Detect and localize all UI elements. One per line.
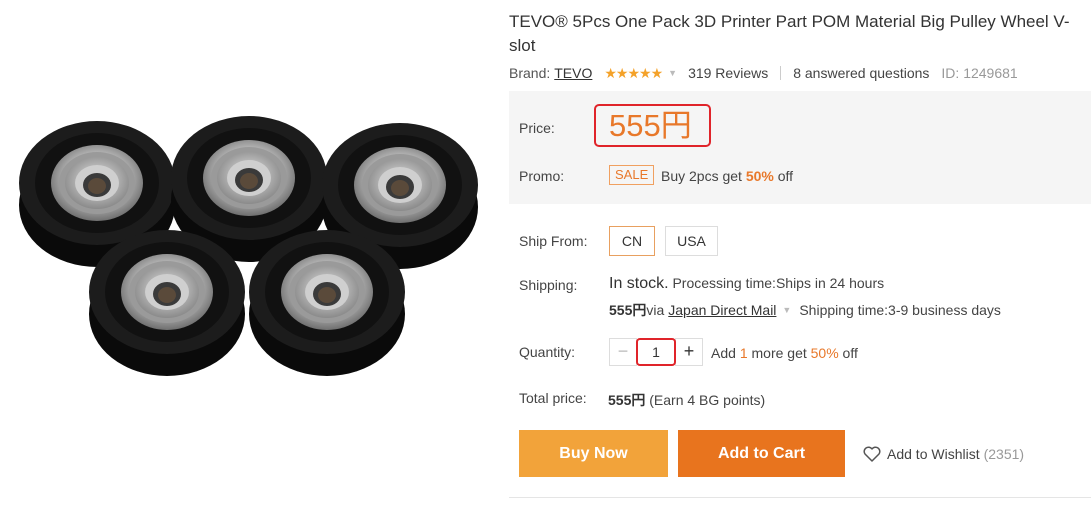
heart-icon: [863, 446, 881, 462]
quantity-input[interactable]: 1: [636, 338, 676, 366]
price-highlight: 555円: [594, 104, 711, 147]
product-info: TEVO® 5Pcs One Pack 3D Printer Part POM …: [509, 0, 1091, 506]
price-label: Price:: [519, 120, 555, 136]
answered-questions-link[interactable]: 8 answered questions: [793, 65, 929, 81]
chevron-down-icon[interactable]: ▼: [782, 305, 791, 315]
shipping-method-link[interactable]: Japan Direct Mail: [668, 302, 776, 318]
product-id: ID: 1249681: [941, 65, 1018, 81]
promo-pct: 50%: [745, 168, 774, 184]
total-price: 555円 (Earn 4 BG points): [608, 390, 765, 410]
shipping-label: Shipping:: [519, 277, 578, 293]
shipping-method-line: 555円 via Japan Direct Mail ▼ Shipping ti…: [609, 300, 1001, 320]
divider: [509, 497, 1091, 498]
rating-stars[interactable]: ★★★★★: [604, 65, 663, 82]
qty-promo-suffix: off: [838, 345, 858, 361]
promo-label: Promo:: [519, 168, 565, 184]
brand-label: Brand:: [509, 65, 551, 81]
pulley-wheels-image: [19, 116, 478, 376]
buy-now-button[interactable]: Buy Now: [519, 430, 668, 477]
wishlist-count: (2351): [983, 446, 1025, 462]
ship-from-label: Ship From:: [519, 233, 588, 249]
shipping-time: Shipping time:3-9 business days: [799, 302, 1001, 318]
bg-points: (Earn 4 BG points): [645, 392, 766, 408]
promo-text-suffix: off: [773, 168, 794, 184]
product-title: TEVO® 5Pcs One Pack 3D Printer Part POM …: [509, 12, 1070, 55]
price-amount: 555円: [609, 108, 692, 143]
sale-badge: SALE: [609, 165, 655, 185]
processing-time: Processing time:Ships in 24 hours: [668, 275, 885, 291]
reviews-link[interactable]: 319 Reviews: [688, 65, 768, 81]
ship-from-usa[interactable]: USA: [665, 226, 718, 256]
quantity-promo: Add 1 more get 50% off: [711, 345, 858, 361]
product-meta: Brand: TEVO ★★★★★ ▼ 319 Reviews 8 answer…: [509, 64, 1018, 82]
stock-status: In stock. Processing time:Ships in 24 ho…: [609, 275, 884, 293]
total-price-label: Total price:: [519, 390, 587, 406]
chevron-down-icon[interactable]: ▼: [668, 68, 677, 78]
qty-promo-prefix: Add: [711, 345, 740, 361]
in-stock-text: In stock.: [609, 275, 669, 292]
divider: [780, 66, 782, 80]
shipping-price: 555円: [609, 302, 647, 318]
add-to-wishlist-button[interactable]: Add to Wishlist (2351): [863, 446, 1024, 462]
quantity-stepper: − 1 +: [609, 338, 703, 368]
promo-text-prefix: Buy 2pcs get: [661, 168, 746, 184]
qty-promo-pct: 50%: [810, 345, 839, 361]
total-amount: 555円: [608, 392, 646, 408]
via-text: via: [646, 302, 665, 318]
promo-text: Buy 2pcs get 50% off: [661, 168, 793, 184]
quantity-increase-button[interactable]: +: [675, 338, 703, 366]
ship-from-cn[interactable]: CN: [609, 226, 655, 256]
quantity-decrease-button[interactable]: −: [609, 338, 637, 366]
qty-promo-mid: more get: [747, 345, 811, 361]
add-to-cart-button[interactable]: Add to Cart: [678, 430, 845, 477]
brand-link[interactable]: TEVO: [554, 65, 592, 81]
price-box: Price: 555円 Promo: SALE Buy 2pcs get 50%…: [509, 91, 1091, 204]
quantity-label: Quantity:: [519, 344, 576, 360]
qty-promo-count: 1: [739, 345, 748, 361]
product-image[interactable]: [0, 0, 500, 506]
wishlist-label: Add to Wishlist: [887, 446, 980, 462]
